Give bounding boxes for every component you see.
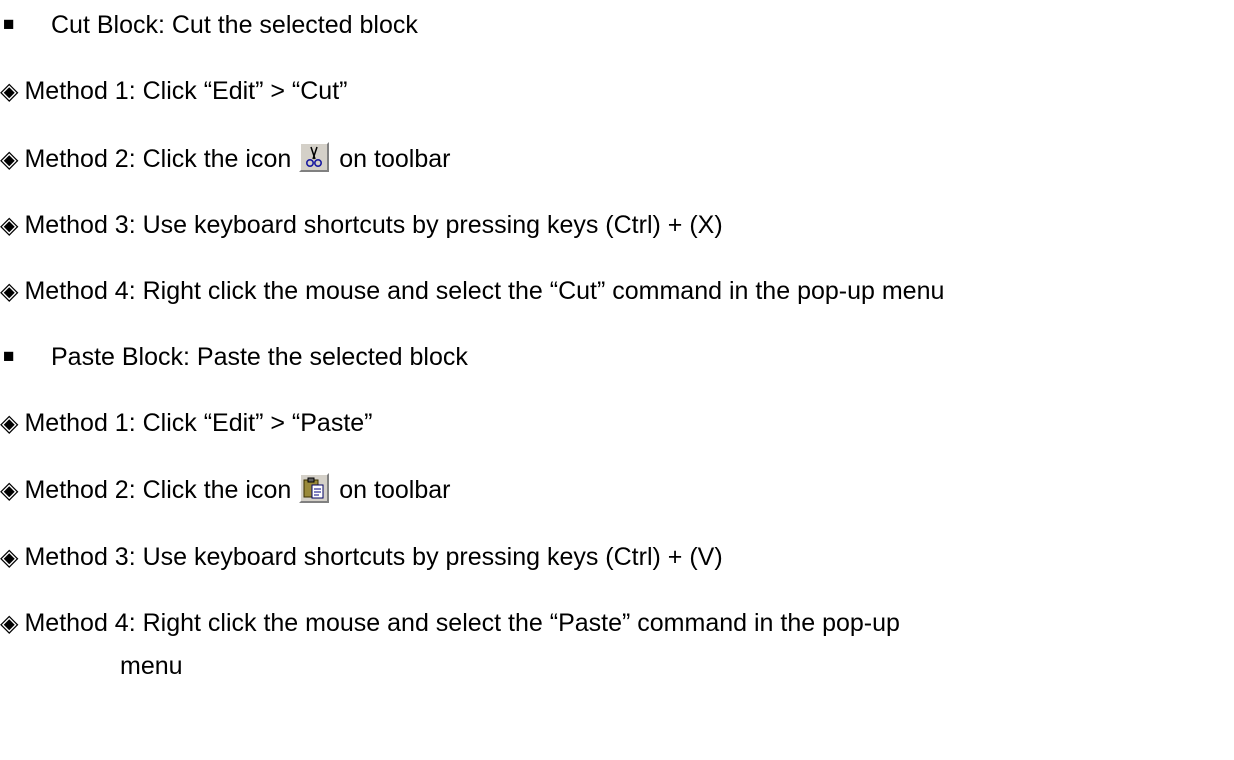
method-text: Method 2: Click the icon	[24, 145, 292, 173]
method-text: Method 4: Right click the mouse and sele…	[24, 277, 945, 305]
heading-text: Cut Block: Cut the selected block	[51, 11, 418, 39]
diamond-bullet-icon: ◈	[0, 609, 19, 637]
square-bullet-icon: ■	[3, 346, 15, 367]
cut-method-4: ◈ Method 4: Right click the mouse and se…	[0, 271, 944, 311]
method-text: Method 4: Right click the mouse and sele…	[24, 609, 900, 637]
diamond-bullet-icon: ◈	[0, 476, 19, 504]
diamond-bullet-icon: ◈	[0, 77, 19, 105]
section-heading-cut: ■ Cut Block: Cut the selected block	[0, 5, 418, 45]
diamond-bullet-icon: ◈	[0, 277, 19, 305]
method-text: Method 3: Use keyboard shortcuts by pres…	[24, 543, 723, 571]
method-text-suffix: on toolbar	[339, 145, 451, 173]
document-page: ■ Cut Block: Cut the selected block ◈ Me…	[0, 0, 1234, 760]
paste-method-2: ◈ Method 2: Click the icon on toolbar	[0, 470, 450, 510]
clipboard-paste-icon	[299, 473, 330, 503]
cut-method-1: ◈ Method 1: Click “Edit” > “Cut”	[0, 71, 347, 111]
method-text: Method 3: Use keyboard shortcuts by pres…	[24, 211, 723, 239]
paste-method-4: ◈ Method 4: Right click the mouse and se…	[0, 603, 900, 643]
heading-text: Paste Block: Paste the selected block	[51, 343, 468, 371]
scissors-icon	[299, 142, 330, 172]
diamond-bullet-icon: ◈	[0, 409, 19, 437]
paste-method-3: ◈ Method 3: Use keyboard shortcuts by pr…	[0, 537, 723, 577]
method-text: Method 2: Click the icon	[24, 476, 292, 504]
method-text-suffix: on toolbar	[339, 476, 451, 504]
section-heading-paste: ■ Paste Block: Paste the selected block	[0, 337, 468, 377]
cut-method-2: ◈ Method 2: Click the icon on toolbar	[0, 139, 450, 179]
square-bullet-icon: ■	[3, 14, 15, 35]
diamond-bullet-icon: ◈	[0, 145, 19, 173]
paste-method-1: ◈ Method 1: Click “Edit” > “Paste”	[0, 403, 373, 443]
method-text: Method 1: Click “Edit” > “Cut”	[24, 77, 348, 105]
method-text: Method 1: Click “Edit” > “Paste”	[24, 409, 373, 437]
diamond-bullet-icon: ◈	[0, 543, 19, 571]
diamond-bullet-icon: ◈	[0, 211, 19, 239]
cut-method-3: ◈ Method 3: Use keyboard shortcuts by pr…	[0, 205, 723, 245]
paste-method-4-continuation: menu	[120, 652, 183, 680]
